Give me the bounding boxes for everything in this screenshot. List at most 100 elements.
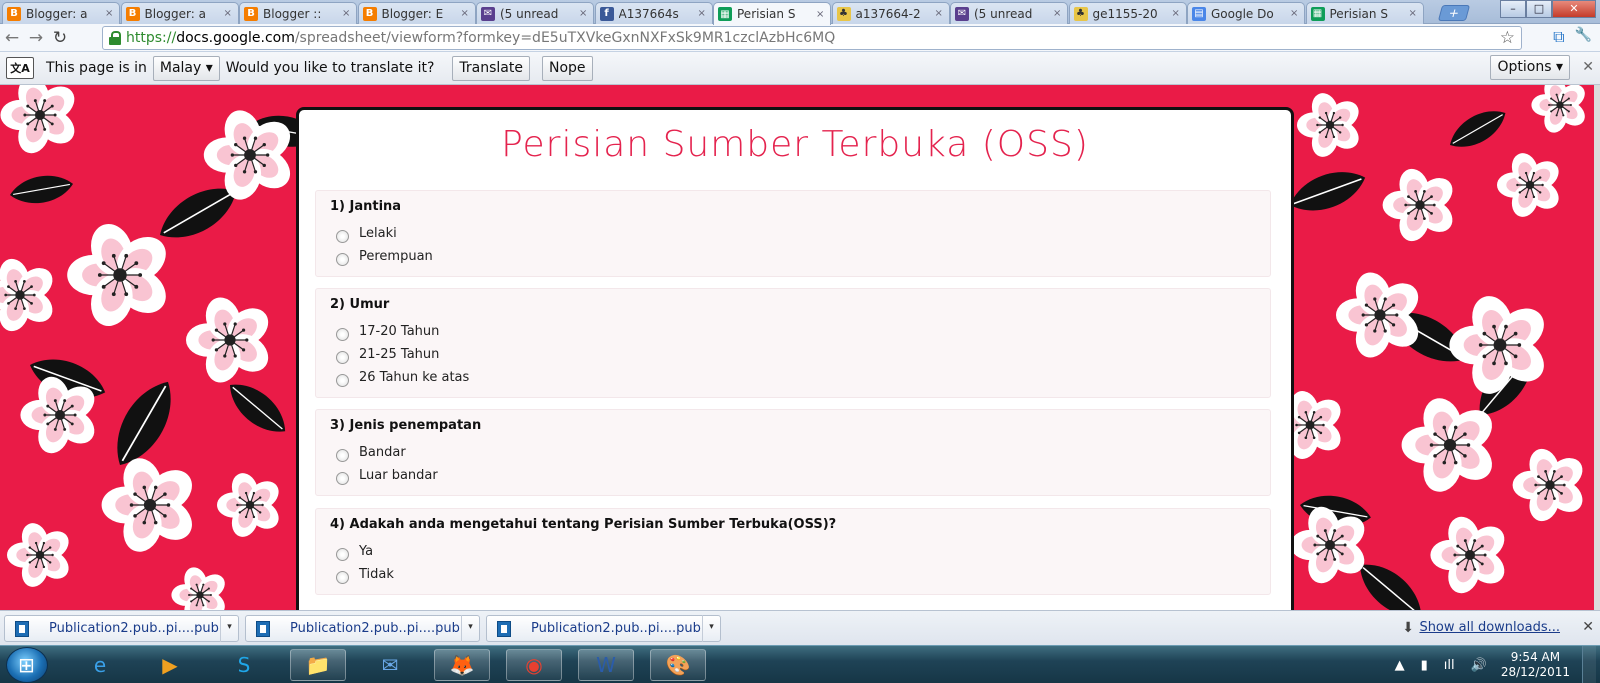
- tab-close-icon[interactable]: ×: [461, 8, 471, 19]
- radio-button[interactable]: [336, 230, 349, 243]
- tab-close-icon[interactable]: ×: [935, 8, 945, 19]
- radio-option[interactable]: Lelaki: [330, 222, 1256, 245]
- tab-close-icon[interactable]: ×: [1172, 8, 1182, 19]
- tab-close-icon[interactable]: ×: [1290, 8, 1300, 19]
- browser-tab[interactable]: ✉ (5 unread ×: [950, 2, 1068, 24]
- paint-icon[interactable]: 🎨: [650, 649, 706, 681]
- browser-tab[interactable]: ♣ a137664-2 ×: [831, 2, 950, 24]
- translate-button[interactable]: Translate: [452, 55, 530, 81]
- radio-option[interactable]: Perempuan: [330, 245, 1256, 268]
- forward-button[interactable]: →: [24, 28, 48, 48]
- blossom-shape: [1497, 153, 1559, 217]
- system-tray: ▲ ▮ ıll 🔊 9:54 AM 28/12/2011: [1387, 646, 1596, 683]
- radio-option-label: Lelaki: [359, 226, 397, 241]
- browser-tab[interactable]: ▦ Perisian S ×: [1305, 2, 1424, 24]
- start-button[interactable]: [6, 647, 48, 683]
- radio-option[interactable]: Bandar: [330, 441, 1256, 464]
- new-tab-button[interactable]: +: [1437, 5, 1471, 21]
- radio-option[interactable]: Luar bandar: [330, 464, 1256, 487]
- tab-close-icon[interactable]: ×: [816, 9, 826, 20]
- radio-button[interactable]: [336, 374, 349, 387]
- tab-label: (5 unread: [974, 6, 1033, 21]
- close-download-shelf-icon[interactable]: ✕: [1582, 619, 1594, 635]
- bookmark-star-icon[interactable]: ☆: [1500, 28, 1515, 48]
- question-block: 2) Umur 17-20 Tahun 21-25 Tahun 26 Tahun ke…: [315, 288, 1271, 398]
- show-desktop-button[interactable]: [1582, 646, 1596, 683]
- tab-close-icon[interactable]: ×: [1053, 8, 1063, 19]
- browser-tab[interactable]: ▦ Perisian S ×: [713, 2, 831, 25]
- thunderbird-icon[interactable]: ✉: [362, 649, 418, 681]
- radio-button[interactable]: [336, 328, 349, 341]
- download-filename: Publication2.pub..pi....pub: [531, 621, 701, 636]
- firefox-icon[interactable]: 🦊: [434, 649, 490, 681]
- tab-close-icon[interactable]: ×: [579, 8, 589, 19]
- browser-tab[interactable]: ♣ ge1155-20 ×: [1068, 2, 1187, 24]
- radio-button[interactable]: [336, 351, 349, 364]
- radio-button[interactable]: [336, 571, 349, 584]
- chrome-icon[interactable]: ◉: [506, 649, 562, 681]
- tab-close-icon[interactable]: ×: [1409, 8, 1419, 19]
- question-title: 2) Umur: [330, 297, 390, 312]
- clock-time: 9:54 AM: [1510, 650, 1561, 664]
- scrollbar[interactable]: [1594, 85, 1600, 610]
- radio-option[interactable]: Tidak: [330, 563, 1256, 586]
- radio-button[interactable]: [336, 449, 349, 462]
- download-item[interactable]: Publication2.pub..pi....pub ▾: [4, 615, 239, 642]
- explorer-icon[interactable]: 📁: [290, 649, 346, 681]
- close-translate-bar-icon[interactable]: ✕: [1582, 59, 1594, 75]
- radio-option[interactable]: 17-20 Tahun: [330, 320, 1256, 343]
- url-scheme: https://: [126, 30, 177, 46]
- download-item[interactable]: Publication2.pub..pi....pub ▾: [245, 615, 480, 642]
- extension-icon[interactable]: ⧉: [1553, 27, 1564, 47]
- download-menu-arrow-icon[interactable]: ▾: [461, 615, 479, 642]
- language-dropdown[interactable]: Malay ▾: [152, 55, 220, 81]
- radio-option-label: 21-25 Tahun: [359, 347, 440, 362]
- tab-close-icon[interactable]: ×: [224, 8, 234, 19]
- options-button[interactable]: Options ▾: [1490, 55, 1570, 80]
- browser-tab[interactable]: ▤ Google Do ×: [1187, 2, 1305, 24]
- download-item[interactable]: Publication2.pub..pi....pub ▾: [486, 615, 721, 642]
- battery-icon[interactable]: ▮: [1421, 658, 1428, 673]
- ie-icon[interactable]: e: [72, 649, 128, 681]
- radio-option[interactable]: Ya: [330, 540, 1256, 563]
- tab-close-icon[interactable]: ×: [105, 8, 115, 19]
- address-bar[interactable]: https://docs.google.com/spreadsheet/view…: [102, 26, 1522, 50]
- blossom-shape: [0, 85, 75, 154]
- skype-icon[interactable]: S: [216, 649, 272, 681]
- back-button[interactable]: ←: [0, 28, 24, 48]
- volume-icon[interactable]: 🔊: [1471, 658, 1487, 673]
- browser-tab[interactable]: B Blogger :: ×: [239, 2, 357, 24]
- download-menu-arrow-icon[interactable]: ▾: [220, 615, 238, 642]
- blossom-shape: [1297, 93, 1359, 157]
- radio-option[interactable]: 21-25 Tahun: [330, 343, 1256, 366]
- browser-tab[interactable]: B Blogger: a ×: [2, 2, 120, 24]
- signal-icon[interactable]: ıll: [1444, 658, 1455, 673]
- mail-favicon-icon: ✉: [955, 6, 969, 21]
- blossom-shape: [1449, 296, 1544, 394]
- show-all-downloads-link[interactable]: Show all downloads...: [1419, 620, 1560, 635]
- wrench-icon[interactable]: 🔧: [1575, 27, 1592, 47]
- blossom-shape: [1382, 168, 1453, 242]
- minimize-button[interactable]: –: [1500, 0, 1526, 18]
- browser-tab[interactable]: ✉ (5 unread ×: [476, 2, 594, 24]
- download-menu-arrow-icon[interactable]: ▾: [702, 615, 720, 642]
- radio-option[interactable]: 26 Tahun ke atas: [330, 366, 1256, 389]
- browser-tab[interactable]: B Blogger: E ×: [357, 2, 476, 24]
- reload-button[interactable]: ↻: [48, 28, 72, 48]
- tray-expand-icon[interactable]: ▲: [1395, 658, 1405, 673]
- tab-close-icon[interactable]: ×: [342, 8, 352, 19]
- radio-button[interactable]: [336, 253, 349, 266]
- close-window-button[interactable]: ✕: [1552, 0, 1596, 18]
- media-player-icon[interactable]: ▶: [142, 649, 198, 681]
- nope-button[interactable]: Nope: [542, 55, 593, 81]
- clock[interactable]: 9:54 AM 28/12/2011: [1501, 650, 1570, 680]
- browser-tab[interactable]: f A137664s ×: [594, 2, 713, 24]
- word-icon[interactable]: W: [578, 649, 634, 681]
- maximize-button[interactable]: □: [1526, 0, 1552, 18]
- radio-button[interactable]: [336, 472, 349, 485]
- tab-label: a137664-2: [855, 6, 921, 21]
- radio-button[interactable]: [336, 548, 349, 561]
- browser-tab[interactable]: B Blogger: a ×: [120, 2, 239, 24]
- publisher-file-icon: [15, 620, 29, 637]
- tab-close-icon[interactable]: ×: [698, 8, 708, 19]
